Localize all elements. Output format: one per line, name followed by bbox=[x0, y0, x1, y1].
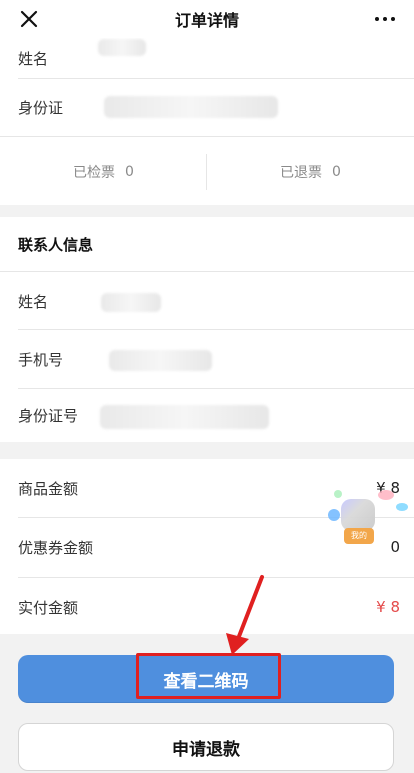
contact-name-label: 姓名 bbox=[18, 292, 49, 311]
annotation-arrow bbox=[226, 575, 264, 655]
paid-amount-value: ¥ 8 bbox=[376, 598, 400, 616]
decoration-blob bbox=[378, 490, 394, 500]
contact-id-value bbox=[100, 405, 269, 429]
refund-button[interactable]: 申请退款 bbox=[18, 723, 394, 771]
decoration-blob bbox=[328, 509, 340, 521]
contact-section-title: 联系人信息 bbox=[18, 236, 94, 254]
visitor-info-section: 姓名 身份证 已检票 0 已退票 0 bbox=[0, 38, 414, 205]
top-bar: 订单详情 bbox=[0, 0, 414, 38]
stats-divider bbox=[206, 154, 207, 190]
contact-name-value bbox=[101, 293, 161, 312]
button-highlight-box bbox=[136, 653, 281, 699]
coupon-amount-label: 优惠券金额 bbox=[18, 538, 94, 557]
contact-id-label: 身份证号 bbox=[18, 407, 79, 425]
checked-value: 0 bbox=[125, 164, 134, 180]
close-icon[interactable] bbox=[18, 8, 40, 30]
visitor-name-value bbox=[98, 39, 146, 56]
visitor-name-row: 姓名 bbox=[0, 38, 414, 78]
checked-label: 已检票 bbox=[73, 165, 116, 181]
decoration-blob bbox=[334, 490, 342, 498]
decoration-blob bbox=[396, 503, 408, 511]
contact-phone-label: 手机号 bbox=[18, 350, 64, 369]
floating-widget[interactable]: 我的 bbox=[328, 487, 412, 559]
contact-name-row: 姓名 bbox=[0, 272, 414, 330]
page-title: 订单详情 bbox=[174, 11, 239, 30]
goods-amount-label: 商品金额 bbox=[18, 479, 79, 498]
floating-widget-chip: 我的 bbox=[344, 528, 374, 544]
visitor-id-value bbox=[104, 96, 278, 118]
divider bbox=[0, 136, 414, 137]
floating-widget-avatar bbox=[341, 499, 375, 531]
refunded-value: 0 bbox=[332, 164, 341, 180]
paid-amount-label: 实付金额 bbox=[18, 598, 79, 617]
contact-info-section: 联系人信息 姓名 手机号 身份证号 bbox=[0, 217, 414, 442]
visitor-name-label: 姓名 bbox=[18, 49, 49, 68]
paid-amount-row: 实付金额 bbox=[0, 578, 414, 636]
ticket-stats: 已检票 0 已退票 0 bbox=[0, 146, 414, 198]
visitor-id-label: 身份证 bbox=[18, 98, 64, 117]
refunded-label: 已退票 bbox=[280, 165, 323, 181]
more-icon[interactable] bbox=[374, 14, 396, 24]
contact-phone-value bbox=[109, 350, 212, 371]
refunded-stat: 已退票 0 bbox=[207, 146, 414, 198]
checked-stat: 已检票 0 bbox=[0, 146, 207, 198]
